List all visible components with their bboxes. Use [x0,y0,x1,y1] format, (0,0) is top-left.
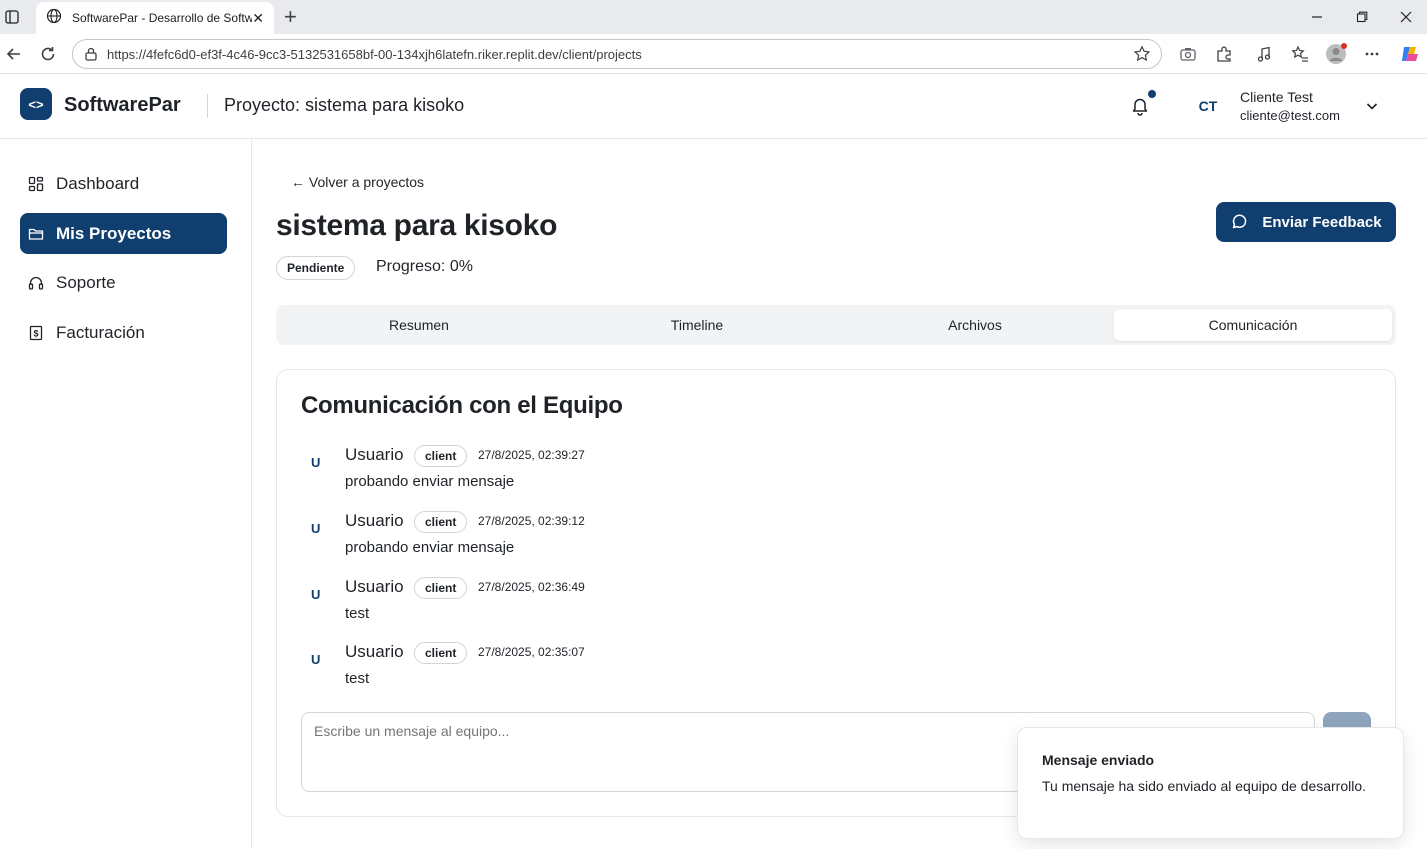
address-bar-row: https://4fefc6d0-ef3f-4c46-9cc3-51325316… [0,34,1427,74]
minimize-icon[interactable] [1305,0,1329,34]
message-text: test [345,605,370,622]
screenshot-icon[interactable] [1176,42,1200,66]
status-badge: Pendiente [276,256,356,280]
message-item: U Usuario client 27/8/2025, 02:39:27 pro… [301,445,1361,501]
svg-text:$: $ [33,328,38,338]
folder-icon [28,226,44,242]
message-avatar: U [311,521,321,536]
new-tab-icon[interactable]: + [284,4,297,30]
sidebar-item-label: Facturación [56,322,145,342]
app-header: <> SoftwarePar Proyecto: sistema para ki… [0,74,1427,139]
extensions-icon[interactable] [1212,42,1236,66]
media-icon[interactable] [1252,42,1276,66]
card-title: Comunicación con el Equipo [301,392,623,419]
sidebar-item-label: Soporte [56,272,116,292]
more-options-icon[interactable] [1360,42,1384,66]
role-badge: client [414,445,468,467]
restore-icon[interactable] [1350,0,1374,34]
sidebar-item-facturacion[interactable]: $ Facturación [20,312,227,353]
message-text: probando enviar mensaje [345,473,515,490]
sidebar-item-mis-proyectos[interactable]: Mis Proyectos [20,213,227,254]
message-timestamp: 27/8/2025, 02:35:07 [478,645,585,659]
notification-dot [1148,90,1156,98]
favorites-icon[interactable] [1288,42,1312,66]
sidebar-item-dashboard[interactable]: Dashboard [20,163,227,204]
user-email[interactable]: cliente@test.com [1240,108,1340,123]
tab-archivos[interactable]: Archivos [836,309,1114,341]
reload-icon[interactable] [36,42,60,66]
receipt-icon: $ [28,325,44,341]
toast-body: Tu mensaje ha sido enviado al equipo de … [1042,778,1367,794]
tab-actions-icon[interactable] [4,0,20,34]
message-avatar: U [311,455,321,470]
message-author: Usuario [345,511,404,530]
favorite-star-icon[interactable] [1133,45,1151,68]
profile-icon[interactable] [1324,42,1348,66]
send-feedback-button[interactable]: Enviar Feedback [1216,202,1396,242]
code-logo-icon[interactable]: <> [20,88,52,120]
grid-icon [28,176,44,192]
project-title: sistema para kisoko [276,209,558,242]
message-author: Usuario [345,642,404,661]
user-name[interactable]: Cliente Test [1240,89,1313,105]
role-badge: client [414,511,468,533]
message-text: probando enviar mensaje [345,539,515,556]
toast-title: Mensaje enviado [1042,752,1155,768]
message-text: test [345,670,370,687]
sidebar-item-label: Mis Proyectos [56,223,172,243]
url-text: https://4fefc6d0-ef3f-4c46-9cc3-51325316… [107,46,642,62]
tab-comunicacion[interactable]: Comunicación [1114,309,1392,341]
message-author: Usuario [345,445,404,464]
browser-tab[interactable]: SoftwarePar - Desarrollo de Softw ✕ [36,2,274,34]
message-avatar: U [311,652,321,667]
message-timestamp: 27/8/2025, 02:36:49 [478,580,585,594]
page-title: Proyecto: sistema para kisoko [224,95,465,115]
close-tab-icon[interactable]: ✕ [252,10,264,27]
site-info-icon[interactable] [83,46,99,67]
header-divider [207,94,208,118]
project-tabs: Resumen Timeline Archivos Comunicación [276,305,1396,345]
send-feedback-label: Enviar Feedback [1262,213,1382,231]
tab-resumen[interactable]: Resumen [280,309,558,341]
tab-timeline[interactable]: Timeline [558,309,836,341]
sidebar-item-label: Dashboard [56,173,140,193]
back-arrow-icon[interactable] [2,42,26,66]
toast-notification: Mensaje enviado Tu mensaje ha sido envia… [1017,727,1404,839]
brand-name[interactable]: SoftwarePar [64,94,181,117]
close-window-icon[interactable] [1394,0,1418,34]
back-to-projects-link[interactable]: ← Volver a proyectos [291,174,424,190]
message-item: U Usuario client 27/8/2025, 02:39:12 pro… [301,511,1361,567]
sidebar-item-soporte[interactable]: Soporte [20,262,227,303]
browser-tabstrip: SoftwarePar - Desarrollo de Softw ✕ + [0,0,1427,34]
url-field[interactable]: https://4fefc6d0-ef3f-4c46-9cc3-51325316… [72,39,1162,69]
globe-icon [46,8,62,29]
notification-bell-icon[interactable] [1130,96,1150,121]
chevron-down-icon[interactable] [1364,98,1380,119]
message-avatar: U [311,587,321,602]
role-badge: client [414,642,468,664]
avatar[interactable]: CT [1190,92,1226,120]
message-timestamp: 27/8/2025, 02:39:12 [478,514,585,528]
copilot-icon[interactable] [1398,42,1422,66]
message-circle-icon [1230,213,1248,231]
sidebar: Dashboard Mis Proyectos Soporte $ Factur… [0,139,252,849]
message-item: U Usuario client 27/8/2025, 02:36:49 tes… [301,577,1361,633]
headset-icon [28,275,44,291]
progress-text: Progreso: 0% [376,258,473,275]
message-item: U Usuario client 27/8/2025, 02:35:07 tes… [301,642,1361,698]
message-author: Usuario [345,577,404,596]
message-timestamp: 27/8/2025, 02:39:27 [478,448,585,462]
browser-tab-title: SoftwarePar - Desarrollo de Softw [72,11,252,25]
role-badge: client [414,577,468,599]
